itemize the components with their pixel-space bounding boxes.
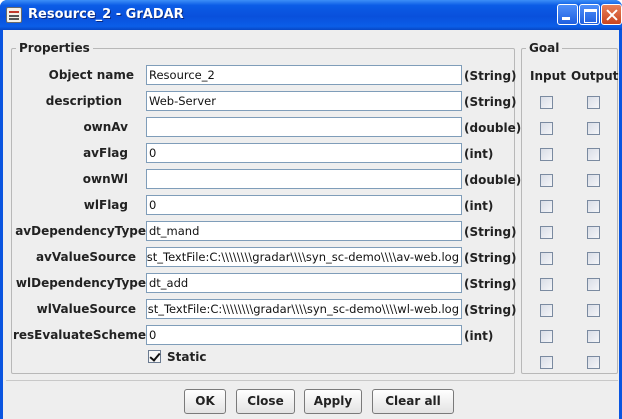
property-row-label: Object name [12, 64, 146, 86]
output-checkbox[interactable] [587, 304, 600, 317]
resevaluatescheme-type: (int) [464, 329, 494, 343]
properties-group: Properties Object name Resource_2 (Strin… [11, 41, 521, 374]
input-checkbox[interactable] [540, 122, 553, 135]
input-checkbox[interactable] [540, 278, 553, 291]
property-row-label: ownAv [12, 116, 146, 138]
close-button[interactable]: Close [236, 389, 295, 414]
property-row-label: description [12, 90, 146, 112]
avflag-label: avFlag [83, 146, 128, 160]
object-name-field[interactable]: Resource_2 [146, 65, 462, 85]
property-row-label: wlDependencyType [12, 272, 146, 294]
ownwl-label: ownWl [82, 172, 128, 186]
minimize-icon[interactable] [557, 4, 578, 25]
maximize-icon[interactable] [579, 4, 600, 25]
ownav-field[interactable] [146, 117, 462, 137]
static-checkbox[interactable] [148, 350, 161, 363]
input-checkbox[interactable] [540, 200, 553, 213]
avdependencytype-type: (String) [464, 225, 517, 239]
goal-group: Goal Input Output [521, 41, 619, 374]
object-name-type: (String) [464, 69, 517, 83]
wldependencytype-field[interactable]: dt_add [146, 273, 462, 293]
property-row-label: resEvaluateScheme [12, 324, 146, 346]
property-row-label: avValueSource [12, 246, 146, 268]
object-name-label: Object name [48, 68, 134, 82]
input-checkbox[interactable] [540, 252, 553, 265]
apply-button[interactable]: Apply [304, 389, 362, 414]
input-checkbox[interactable] [540, 226, 553, 239]
resevaluatescheme-label: resEvaluateScheme [12, 328, 146, 342]
wlflag-label: wlFlag [83, 198, 128, 212]
goal-group-title: Goal [526, 41, 563, 55]
app-icon[interactable] [6, 7, 22, 23]
wlvaluesource-label: wlValueSource [36, 302, 136, 316]
output-checkbox[interactable] [587, 122, 600, 135]
wlvaluesource-field[interactable]: vst_TextFile:C:\\\\\\\\gradar\\\\syn_sc-… [146, 299, 462, 319]
wldependencytype-type: (String) [464, 277, 517, 291]
clear-all-button[interactable]: Clear all [372, 389, 454, 414]
dialog-content: Properties Object name Resource_2 (Strin… [3, 30, 619, 419]
input-checkbox[interactable] [540, 330, 553, 343]
ownav-label: ownAv [83, 120, 128, 134]
input-column-header: Input [530, 69, 566, 83]
output-checkbox[interactable] [587, 174, 600, 187]
input-checkbox[interactable] [540, 174, 553, 187]
output-checkbox[interactable] [587, 330, 600, 343]
wldependencytype-label: wlDependencyType [15, 276, 146, 290]
avvaluesource-label: avValueSource [35, 250, 136, 264]
avvaluesource-type: (String) [464, 251, 517, 265]
static-label: Static [167, 350, 207, 364]
avvaluesource-field[interactable]: vst_TextFile:C:\\\\\\\\gradar\\\\syn_sc-… [146, 247, 462, 267]
input-checkbox[interactable] [540, 96, 553, 109]
wlvaluesource-value: vst_TextFile:C:\\\\\\\\gradar\\\\syn_sc-… [146, 302, 459, 316]
property-row-label: wlFlag [12, 194, 146, 216]
output-checkbox[interactable] [587, 148, 600, 161]
output-checkbox[interactable] [587, 96, 600, 109]
output-checkbox[interactable] [587, 278, 600, 291]
wlvaluesource-type: (String) [464, 303, 517, 317]
title-bar[interactable]: Resource_2 - GrADAR [0, 0, 622, 30]
wlflag-field[interactable]: 0 [146, 195, 462, 215]
output-checkbox[interactable] [587, 356, 600, 369]
output-checkbox[interactable] [587, 252, 600, 265]
button-bar: OK Close Apply Clear all [6, 380, 618, 416]
ownwl-field[interactable] [146, 169, 462, 189]
output-checkbox[interactable] [587, 200, 600, 213]
output-column-header: Output [571, 69, 619, 83]
description-field[interactable]: Web-Server [146, 91, 462, 111]
avdependencytype-field[interactable]: dt_mand [146, 221, 462, 241]
avflag-type: (int) [464, 147, 494, 161]
properties-group-title: Properties [16, 41, 93, 55]
ownav-type: (double) [464, 121, 522, 135]
property-row-label: wlValueSource [12, 298, 146, 320]
ownwl-type: (double) [464, 173, 522, 187]
avflag-field[interactable]: 0 [146, 143, 462, 163]
avvaluesource-value: vst_TextFile:C:\\\\\\\\gradar\\\\syn_sc-… [146, 250, 459, 264]
ok-button[interactable]: OK [184, 389, 226, 414]
description-type: (String) [464, 95, 517, 109]
property-row-label: avFlag [12, 142, 146, 164]
input-checkbox[interactable] [540, 304, 553, 317]
wlflag-type: (int) [464, 199, 494, 213]
resevaluatescheme-field[interactable]: 0 [146, 325, 462, 345]
description-label: description [45, 94, 122, 108]
close-icon[interactable] [601, 4, 622, 25]
window-title: Resource_2 - GrADAR [28, 7, 184, 22]
output-checkbox[interactable] [587, 226, 600, 239]
input-checkbox[interactable] [540, 148, 553, 161]
property-row-label: ownWl [12, 168, 146, 190]
input-checkbox[interactable] [540, 356, 553, 369]
property-row-label: avDependencyType [12, 220, 146, 242]
avdependencytype-label: avDependencyType [15, 224, 146, 238]
dialog-window: Resource_2 - GrADAR Properties Object na… [0, 0, 622, 419]
